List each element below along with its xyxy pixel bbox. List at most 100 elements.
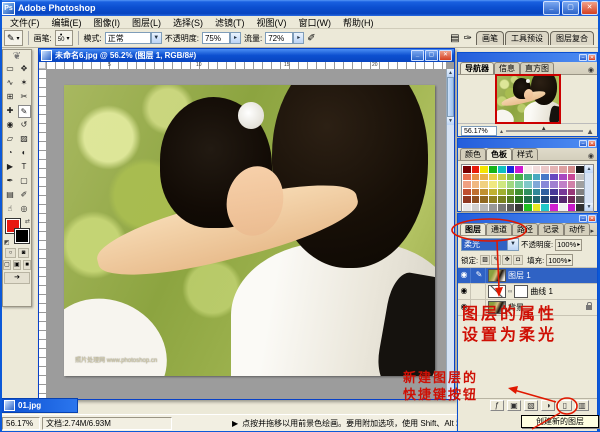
color-swatch[interactable] bbox=[533, 196, 541, 203]
minimized-document[interactable]: 01.jpg bbox=[0, 398, 78, 413]
color-swatch[interactable] bbox=[498, 181, 506, 188]
tab-navigator[interactable]: 导航器 bbox=[460, 62, 494, 74]
color-swatch[interactable] bbox=[524, 204, 532, 211]
tab-paths[interactable]: 路径 bbox=[512, 223, 538, 235]
color-swatch[interactable] bbox=[568, 181, 576, 188]
color-swatch[interactable] bbox=[524, 174, 532, 181]
layer-fill-input[interactable]: 100% ▸ bbox=[546, 254, 573, 266]
visibility-eye-icon[interactable]: ◉ bbox=[458, 268, 471, 283]
palette-close-icon[interactable]: ✕ bbox=[588, 54, 596, 61]
color-swatch[interactable] bbox=[568, 204, 576, 211]
color-swatch[interactable] bbox=[463, 181, 471, 188]
file-browser-icon[interactable]: ▤ bbox=[450, 33, 459, 44]
link-slot[interactable] bbox=[473, 284, 486, 299]
color-swatch[interactable] bbox=[559, 174, 567, 181]
color-swatch[interactable] bbox=[550, 181, 558, 188]
fullscreen-button[interactable]: ■ bbox=[23, 260, 31, 270]
layer-row-curves1[interactable]: ◉ ∞ 曲线 1 bbox=[458, 284, 597, 300]
color-swatch[interactable] bbox=[480, 181, 488, 188]
path-selection-tool[interactable]: ▶ bbox=[4, 161, 17, 174]
document-size-readout[interactable]: 文档:2.74M/6.93M bbox=[42, 417, 172, 430]
palette-menu-icon[interactable]: ◉ bbox=[588, 152, 597, 160]
color-swatch[interactable] bbox=[480, 166, 488, 173]
color-swatch[interactable] bbox=[463, 196, 471, 203]
layer-mask-thumbnail[interactable] bbox=[514, 285, 528, 298]
move-tool[interactable]: ✥ bbox=[18, 63, 31, 76]
slice-tool[interactable]: ✂ bbox=[18, 91, 31, 104]
color-swatch[interactable] bbox=[515, 189, 523, 196]
tab-info[interactable]: 信息 bbox=[494, 62, 520, 74]
color-swatch[interactable] bbox=[498, 204, 506, 211]
color-swatch[interactable] bbox=[550, 196, 558, 203]
color-swatch[interactable] bbox=[515, 181, 523, 188]
navigator-zoom-input[interactable]: 56.17% bbox=[461, 126, 497, 136]
airbrush-icon[interactable]: ✐ bbox=[307, 33, 315, 44]
brush-size-picker[interactable]: •50 ▾ bbox=[55, 30, 73, 46]
scroll-up-icon[interactable]: ▲ bbox=[585, 165, 593, 173]
color-swatch[interactable] bbox=[550, 166, 558, 173]
default-colors-icon[interactable]: ◩ bbox=[4, 239, 10, 246]
layer-row-layer1[interactable]: ◉ ✎ 图层 1 bbox=[458, 268, 597, 284]
color-swatch[interactable] bbox=[472, 196, 480, 203]
visibility-eye-icon[interactable]: ◉ bbox=[458, 284, 471, 299]
color-swatch[interactable] bbox=[507, 204, 515, 211]
tool-preset-picker[interactable]: ✎▾ bbox=[4, 30, 23, 46]
lock-pixels-icon[interactable]: ✎ bbox=[491, 255, 501, 265]
add-layer-mask-button[interactable]: ▣ bbox=[507, 400, 521, 411]
swatch-scrollbar[interactable]: ▲ ▼ bbox=[584, 165, 593, 211]
color-swatch[interactable] bbox=[463, 174, 471, 181]
color-swatch[interactable] bbox=[515, 196, 523, 203]
color-swatch[interactable] bbox=[550, 204, 558, 211]
color-swatch[interactable] bbox=[541, 189, 549, 196]
menu-item-6[interactable]: 视图(V) bbox=[251, 16, 293, 29]
color-swatch[interactable] bbox=[480, 174, 488, 181]
add-layer-style-button[interactable]: ƒ bbox=[490, 400, 504, 411]
color-swatch[interactable] bbox=[463, 189, 471, 196]
menu-item-1[interactable]: 编辑(E) bbox=[46, 16, 88, 29]
tab-tool-presets[interactable]: 工具预设 bbox=[505, 31, 549, 45]
fullscreen-menubar-button[interactable]: ▣ bbox=[13, 260, 21, 270]
hand-tool[interactable]: ☝ bbox=[4, 203, 17, 216]
zoom-input[interactable]: 56.17% bbox=[2, 417, 40, 430]
quick-mask-mode-button[interactable]: ◙ bbox=[18, 248, 29, 258]
color-swatch[interactable] bbox=[480, 189, 488, 196]
color-swatch[interactable] bbox=[472, 166, 480, 173]
color-swatch[interactable] bbox=[576, 196, 584, 203]
color-swatch[interactable] bbox=[576, 181, 584, 188]
new-group-button[interactable]: ▧ bbox=[524, 400, 538, 411]
color-swatch[interactable] bbox=[498, 189, 506, 196]
color-swatch[interactable] bbox=[541, 181, 549, 188]
lasso-tool[interactable]: ∿ bbox=[4, 77, 17, 90]
color-swatch[interactable] bbox=[515, 166, 523, 173]
color-swatch[interactable] bbox=[533, 204, 541, 211]
color-swatch[interactable] bbox=[507, 181, 515, 188]
color-swatch[interactable] bbox=[550, 174, 558, 181]
palette-minimize-icon[interactable]: – bbox=[579, 140, 587, 147]
navigator-thumbnail[interactable]: 照片处理网 www.photoshop.cn bbox=[495, 74, 561, 124]
palette-minimize-icon[interactable]: – bbox=[579, 54, 587, 61]
photo-image[interactable]: 照片处理网 www.photoshop.cn bbox=[64, 85, 435, 376]
pen-tool[interactable]: ✒ bbox=[4, 175, 17, 188]
color-swatch[interactable] bbox=[489, 181, 497, 188]
color-swatch[interactable] bbox=[498, 174, 506, 181]
restore-button[interactable]: ▢ bbox=[562, 1, 579, 15]
color-swatch[interactable] bbox=[507, 189, 515, 196]
color-swatch[interactable] bbox=[498, 166, 506, 173]
color-swatch[interactable] bbox=[507, 196, 515, 203]
scroll-down-icon[interactable]: ▼ bbox=[447, 117, 454, 125]
color-swatch[interactable] bbox=[568, 189, 576, 196]
menu-item-2[interactable]: 图像(I) bbox=[88, 16, 127, 29]
doc-restore-button[interactable]: ▢ bbox=[425, 50, 438, 61]
shape-tool[interactable]: ▢ bbox=[18, 175, 31, 188]
tab-brushes[interactable]: 画笔 bbox=[476, 31, 504, 45]
standard-screen-button[interactable]: ▢ bbox=[3, 260, 11, 270]
lock-all-icon[interactable]: ◘ bbox=[513, 255, 523, 265]
color-swatch[interactable] bbox=[559, 189, 567, 196]
menu-item-5[interactable]: 滤镜(T) bbox=[209, 16, 251, 29]
color-swatch[interactable] bbox=[472, 189, 480, 196]
palette-titlebar[interactable]: – ✕ bbox=[458, 53, 597, 62]
color-swatch[interactable] bbox=[576, 174, 584, 181]
zoom-slider[interactable]: ▲ bbox=[506, 130, 583, 132]
delete-layer-button[interactable]: ▥ bbox=[575, 400, 589, 411]
background-color-swatch[interactable] bbox=[15, 229, 29, 243]
